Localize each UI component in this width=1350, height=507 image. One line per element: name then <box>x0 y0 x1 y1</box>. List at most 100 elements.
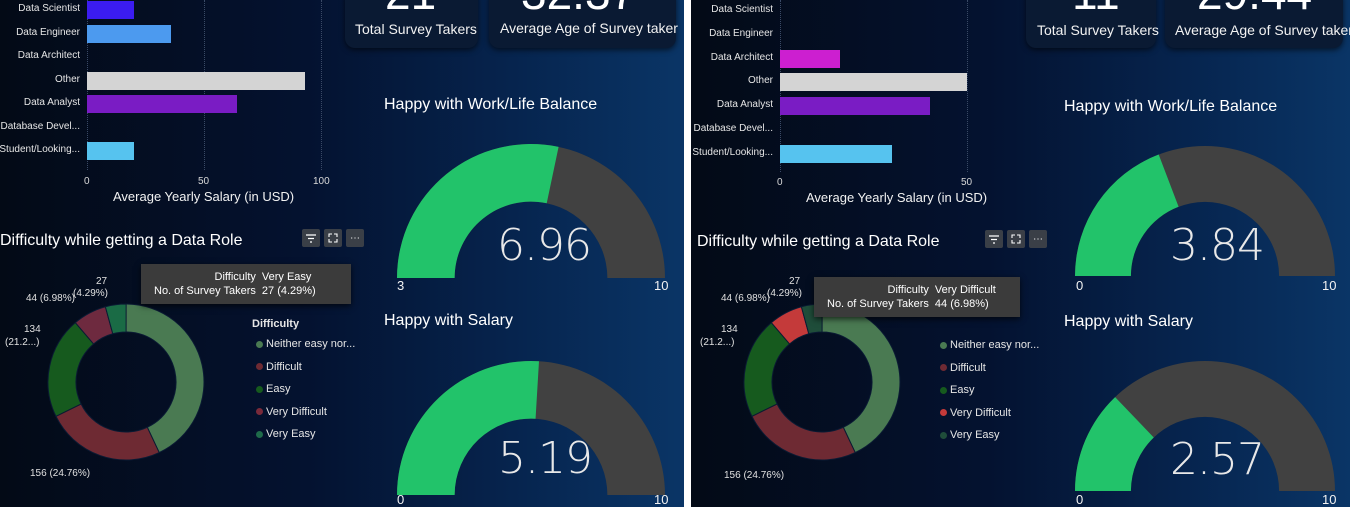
focus-mode-icon[interactable] <box>324 229 342 247</box>
card-label: Average Age of Survey taker <box>1175 22 1350 38</box>
gauge-title: Happy with Salary <box>384 312 513 329</box>
bar-category-label: Data Architect <box>17 50 80 61</box>
legend-item[interactable]: Difficult <box>256 361 302 373</box>
salary-bar[interactable] <box>780 73 967 92</box>
donut-title: Difficulty while getting a Data Role <box>0 232 243 249</box>
legend-swatch <box>256 363 263 370</box>
legend-item[interactable]: Very Difficult <box>256 406 327 418</box>
bar-category-label: Data Architect <box>710 51 773 63</box>
average-age-card[interactable]: 32.37 Average Age of Survey taker <box>489 0 678 48</box>
focus-mode-icon[interactable] <box>1007 230 1025 248</box>
gridline <box>321 0 322 170</box>
tooltip-key: No. of Survey Takers <box>827 298 929 310</box>
total-survey-takers-card[interactable]: 11 Total Survey Takers <box>1026 0 1159 48</box>
legend-swatch <box>940 341 947 349</box>
legend-swatch <box>256 385 263 393</box>
donut-label: 134 <box>24 324 41 335</box>
legend-item[interactable]: Very Difficult <box>940 407 1011 419</box>
legend-label: Neither easy nor... <box>266 338 356 350</box>
gauge-title: Happy with Work/Life Balance <box>1064 98 1278 115</box>
legend-item[interactable]: Neither easy nor... <box>256 338 355 350</box>
donut-slice[interactable] <box>55 403 160 461</box>
difficulty-donut-chart[interactable] <box>741 293 903 471</box>
legend-item[interactable]: Easy <box>256 383 290 395</box>
gauge-max: 10 <box>1322 492 1337 507</box>
bar-category-label: Data Engineer <box>709 27 773 39</box>
tooltip: Difficulty Very Easy No. of Survey Takers… <box>141 264 351 304</box>
tooltip-key: Difficulty <box>214 271 256 283</box>
x-axis-title: Average Yearly Salary (in USD) <box>113 189 295 204</box>
salary-bar[interactable] <box>780 49 840 68</box>
legend-label: Very Easy <box>266 428 316 440</box>
donut-label: 134 <box>721 324 738 335</box>
bar-category-label: Data Scientist <box>711 4 773 15</box>
salary-bar[interactable] <box>87 1 134 19</box>
donut-label: 27 <box>96 276 108 287</box>
salary-bar[interactable] <box>87 71 305 90</box>
legend-swatch <box>940 364 947 371</box>
gauge-max: 10 <box>1322 278 1337 293</box>
legend-item[interactable]: Very Easy <box>940 429 1000 441</box>
donut-label: 156 (24.76%) <box>724 470 785 481</box>
card-value: 32.37 <box>521 0 636 16</box>
gauge-min: 3 <box>397 278 405 293</box>
total-survey-takers-card[interactable]: 21 Total Survey Takers <box>345 0 478 48</box>
legend-label: Easy <box>950 384 975 396</box>
tooltip-value: Very Easy <box>261 271 312 283</box>
legend-header: Difficulty <box>252 318 300 330</box>
bar-category-label: Other <box>54 73 80 85</box>
salary-bar[interactable] <box>780 97 930 116</box>
legend-item[interactable]: Difficult <box>940 362 986 374</box>
filter-icon[interactable] <box>302 229 320 247</box>
x-tick: 50 <box>961 177 973 188</box>
tooltip-value: 27 (4.29%) <box>261 285 316 297</box>
legend-label: Very Difficult <box>266 405 327 418</box>
bar-category-label: Data Analyst <box>716 99 773 111</box>
salary-bar[interactable] <box>87 142 134 160</box>
average-age-card[interactable]: 29.44 Average Age of Survey taker <box>1165 0 1350 48</box>
donut-label: (4.29%) <box>767 288 803 299</box>
legend-swatch <box>940 431 947 439</box>
bar-category-label: Database Devel... <box>693 123 774 134</box>
more-options-icon[interactable]: ⋯ <box>346 229 364 247</box>
x-tick: 100 <box>313 176 330 187</box>
donut-label: (4.29%) <box>73 288 109 299</box>
donut-title: Difficulty while getting a Data Role <box>697 233 940 250</box>
salary-bar[interactable] <box>780 144 893 163</box>
dashboard-panel-right: Data Scientist Data Engineer Data Architec… <box>691 0 1350 507</box>
tooltip-key: No. of Survey Takers <box>154 285 256 297</box>
gauge-fill <box>1075 154 1179 276</box>
gauge-value: 6.96 <box>497 220 592 271</box>
salary-bar[interactable] <box>87 95 237 113</box>
gauge-min: 0 <box>1076 278 1084 293</box>
legend-swatch <box>940 409 947 416</box>
card-value: 11 <box>1072 0 1120 16</box>
filter-icon[interactable] <box>985 230 1003 248</box>
tooltip-key: Difficulty <box>887 284 929 296</box>
donut-label: (21.2...) <box>5 337 40 348</box>
difficulty-donut-chart[interactable] <box>45 293 207 471</box>
gauge-title: Happy with Work/Life Balance <box>384 96 598 113</box>
donut-label: 156 (24.76%) <box>30 468 91 479</box>
donut-label: 44 (6.98%) <box>26 293 75 304</box>
bar-category-label: Database Devel... <box>0 120 81 132</box>
donut-label: 44 (6.98%) <box>721 293 770 304</box>
card-label: Total Survey Takers <box>1037 22 1159 38</box>
legend-label: Very Difficult <box>950 406 1011 419</box>
tooltip-value: 44 (6.98%) <box>934 298 989 310</box>
card-value: 21 <box>385 0 436 16</box>
legend-item[interactable]: Very Easy <box>256 428 316 440</box>
legend-item[interactable]: Easy <box>940 384 974 396</box>
legend-item[interactable]: Neither easy nor... <box>940 339 1039 351</box>
more-options-icon[interactable]: ⋯ <box>1029 230 1047 248</box>
bar-category-label: Data Scientist <box>18 3 80 14</box>
legend-label: Easy <box>266 383 291 395</box>
gauge-title: Happy with Salary <box>1064 313 1193 330</box>
gridline <box>967 0 968 172</box>
x-axis-title: Average Yearly Salary (in USD) <box>806 190 988 205</box>
salary-bar[interactable] <box>87 24 172 43</box>
gauge-max: 10 <box>654 492 669 507</box>
donut-slice[interactable] <box>751 403 856 461</box>
x-tick: 50 <box>198 176 210 187</box>
tooltip-value: Very Difficult <box>934 284 996 296</box>
